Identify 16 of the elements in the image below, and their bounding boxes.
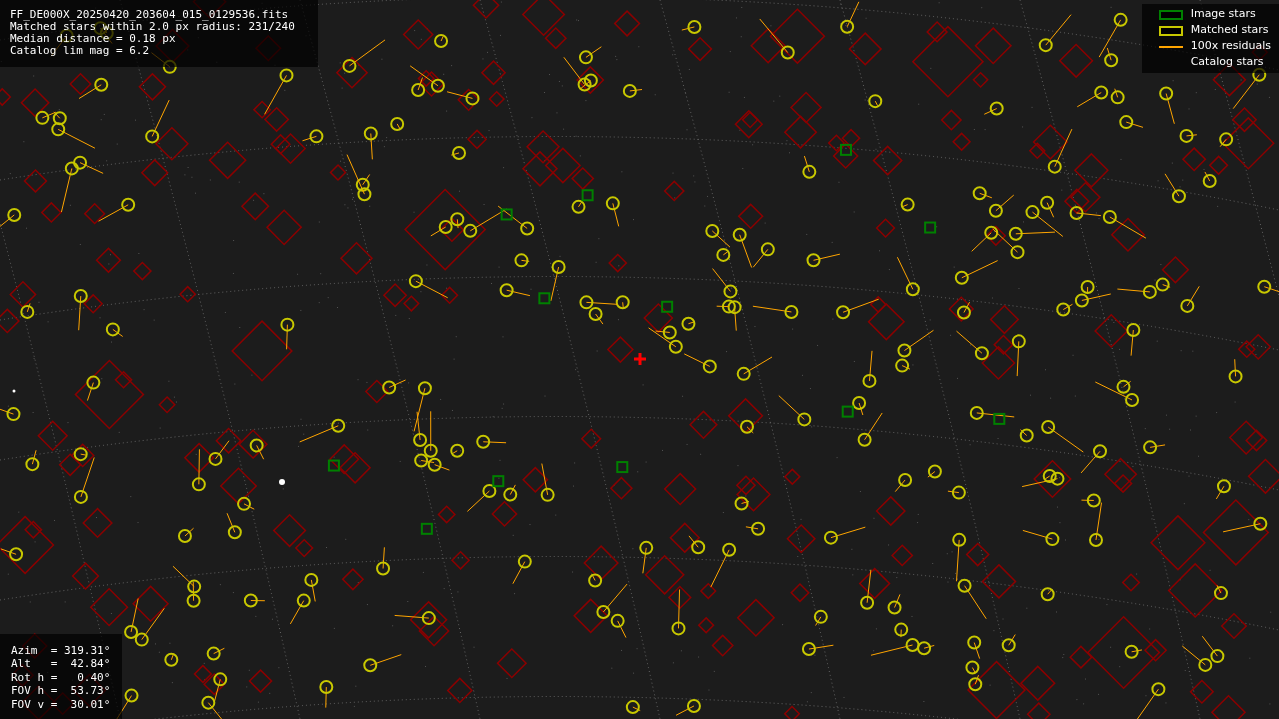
legend-square-icon [1158, 25, 1183, 36]
pointing-text: Rot h = 0.40° [11, 670, 111, 684]
legend-label: Image stars [1190, 6, 1256, 23]
info-text: Catalog lim mag = 6.2 [10, 45, 151, 57]
legend-label: 100x residuals [1190, 38, 1271, 55]
pointing-text: FOV v = 30.01° [11, 697, 111, 711]
legend-square-icon [1158, 9, 1183, 20]
legend-line-icon [1158, 45, 1183, 48]
info-text: FF_DE000X_20250420_203604_015_0129536.fits [10, 9, 290, 21]
info-text: Matched stars within 2.0 px radius: 231/240 [10, 21, 296, 33]
pointing-text: FOV h = 53.73° [11, 684, 111, 698]
pointing-text: Alt = 42.84° [11, 657, 111, 671]
info-text: Median distance = 0.18 px [10, 33, 177, 45]
legend-label: Catalog stars [1190, 54, 1264, 71]
pointing-text: Azim = 319.31° [11, 643, 111, 657]
legend-label: Matched stars [1190, 22, 1269, 39]
